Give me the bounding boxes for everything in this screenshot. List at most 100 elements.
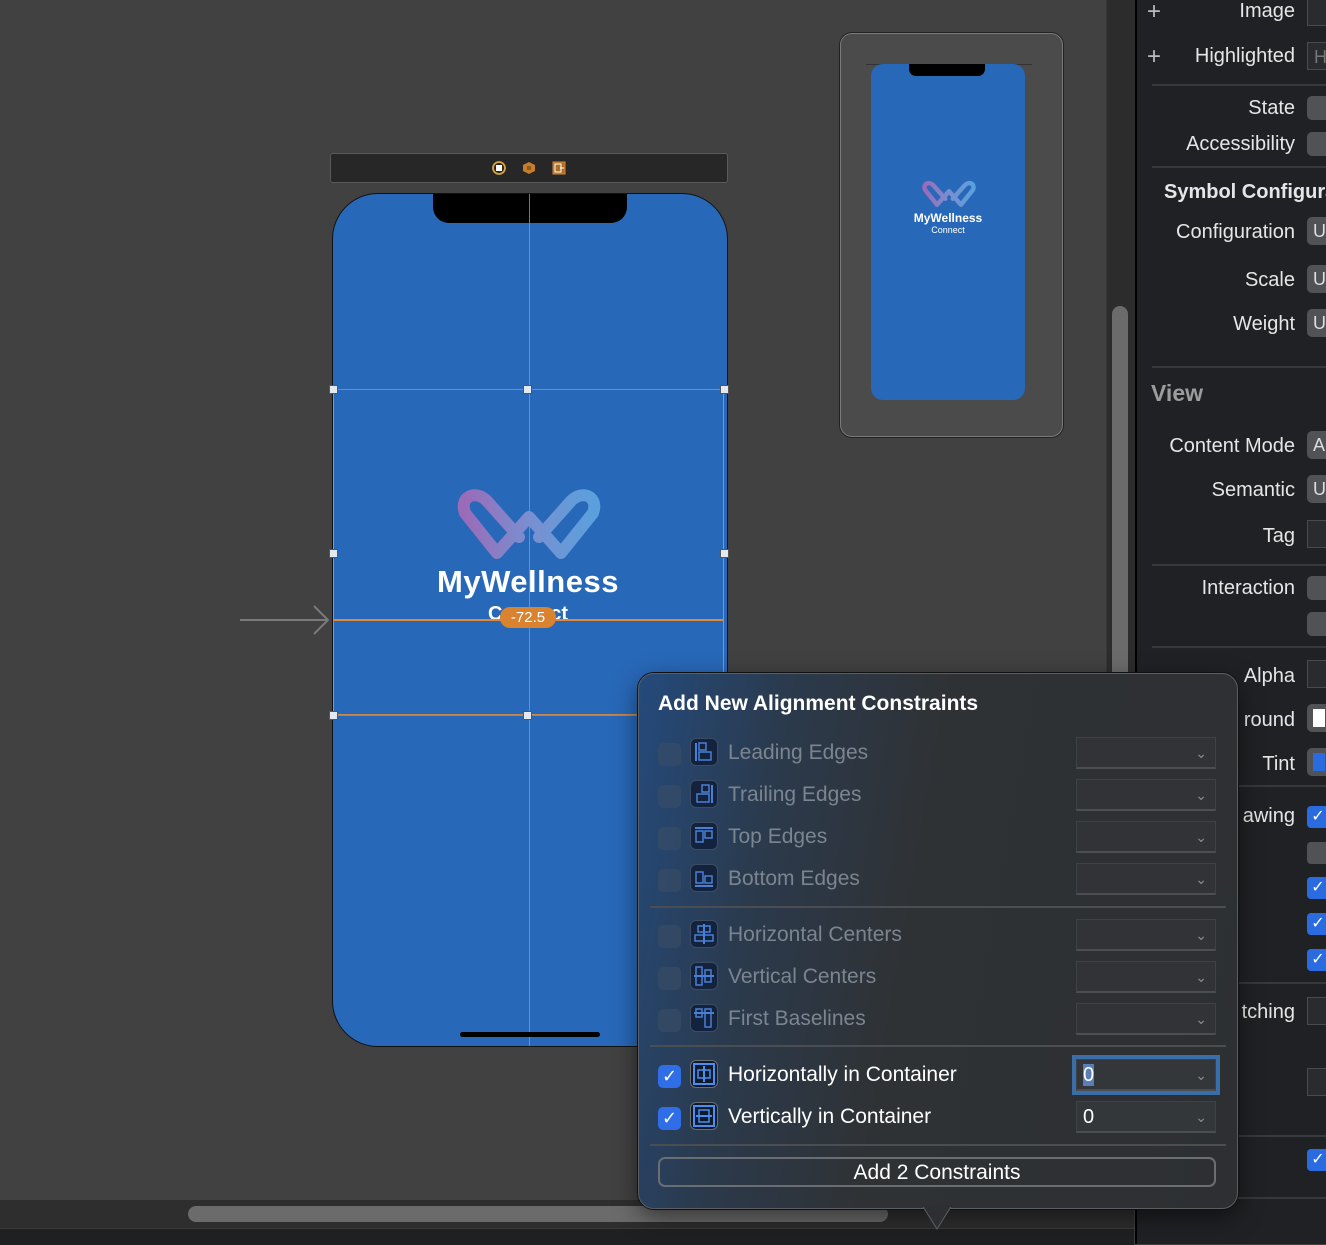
constraint-row-leading-edges: Leading Edges ⌄ (658, 737, 1218, 773)
trailing-edges-checkbox[interactable] (658, 785, 681, 808)
wellness-logo-icon (457, 489, 601, 559)
semantic-popup[interactable]: U (1307, 475, 1326, 503)
home-indicator (460, 1032, 600, 1037)
separator (1152, 646, 1326, 648)
vertical-centers-checkbox[interactable] (658, 967, 681, 990)
chevron-down-icon[interactable]: ⌄ (1195, 1060, 1207, 1090)
configuration-popup[interactable]: U (1307, 217, 1326, 245)
stretching-width-field[interactable] (1307, 1068, 1326, 1096)
horizontal-centers-checkbox[interactable] (658, 925, 681, 948)
interaction-label: Interaction (1201, 577, 1295, 599)
first-responder-icon[interactable] (522, 161, 536, 175)
preview-logo-icon (922, 180, 976, 207)
vertical-centers-value-popup: ⌄ (1076, 961, 1216, 993)
constraint-row-horizontally-in-container: ✓ Horizontally in Container 0 ⌄ (658, 1059, 1218, 1095)
resize-handle-top-left[interactable] (329, 385, 338, 394)
top-edges-checkbox[interactable] (658, 827, 681, 850)
user-interaction-checkbox[interactable] (1307, 576, 1326, 600)
vertically-in-container-icon (690, 1102, 718, 1130)
alpha-field[interactable] (1307, 660, 1326, 688)
resize-handle-right[interactable] (720, 549, 729, 558)
vertically-in-container-label: Vertically in Container (728, 1105, 932, 1128)
constraint-row-top-edges: Top Edges ⌄ (658, 821, 1218, 857)
top-edges-icon (690, 822, 718, 850)
chevron-down-icon: ⌄ (1195, 829, 1207, 845)
vertical-centers-label: Vertical Centers (728, 965, 877, 988)
resize-handle-bottom-left[interactable] (329, 711, 338, 720)
content-mode-popup[interactable]: A (1307, 431, 1326, 459)
scale-popup[interactable]: U (1307, 265, 1326, 293)
bottom-edges-label: Bottom Edges (728, 867, 860, 890)
resize-handle-bottom[interactable] (523, 711, 532, 720)
add-constraints-button[interactable]: Add 2 Constraints (658, 1157, 1216, 1187)
add-variation-image-icon[interactable]: + (1147, 0, 1161, 24)
vertical-centers-icon (690, 962, 718, 990)
image-field[interactable] (1307, 0, 1326, 26)
tag-field[interactable] (1307, 520, 1326, 548)
separator (650, 906, 1226, 908)
alpha-label: Alpha (1243, 665, 1295, 687)
horizontal-centers-value-popup: ⌄ (1076, 919, 1216, 951)
horizontally-in-container-checkbox[interactable]: ✓ (658, 1065, 681, 1088)
leading-edges-checkbox[interactable] (658, 743, 681, 766)
tint-color-well[interactable] (1307, 748, 1326, 776)
chevron-down-icon: ⌄ (1195, 871, 1207, 887)
background-color-well[interactable] (1307, 704, 1326, 732)
bottom-edges-value-popup: ⌄ (1076, 863, 1216, 895)
vertically-in-container-checkbox[interactable]: ✓ (658, 1107, 681, 1130)
background-label: round (1243, 709, 1295, 731)
vertically-in-container-value-input[interactable]: 0 ⌄ (1076, 1101, 1216, 1133)
horizontally-in-container-label: Horizontally in Container (728, 1063, 957, 1086)
first-baselines-checkbox[interactable] (658, 1009, 681, 1032)
constraint-row-bottom-edges: Bottom Edges ⌄ (658, 863, 1218, 899)
resize-handle-top[interactable] (523, 385, 532, 394)
scene-dock (330, 153, 728, 183)
separator (1152, 366, 1326, 368)
accessibility-label: Accessibility (1186, 133, 1295, 155)
bottom-edges-checkbox[interactable] (658, 869, 681, 892)
clears-graphics-checkbox[interactable]: ✓ (1307, 877, 1326, 899)
autoresize-subviews-checkbox[interactable]: ✓ (1307, 949, 1326, 971)
installed-checkbox[interactable]: ✓ (1307, 1149, 1326, 1171)
content-mode-label: Content Mode (1169, 435, 1295, 457)
app-title-text: MyWellness (437, 564, 619, 599)
chevron-down-icon: ⌄ (1195, 787, 1207, 803)
opaque-checkbox[interactable]: ✓ (1307, 806, 1326, 828)
highlighted-field[interactable]: H (1307, 42, 1326, 70)
state-checkbox[interactable] (1307, 96, 1326, 120)
resize-handle-left[interactable] (329, 549, 338, 558)
horizontal-centers-label: Horizontal Centers (728, 923, 902, 946)
exit-icon[interactable] (552, 161, 566, 175)
horizontally-in-container-value-input[interactable]: 0 ⌄ (1076, 1059, 1216, 1091)
canvas-bottom-bar (0, 1228, 1134, 1245)
chevron-down-icon: ⌄ (1195, 969, 1207, 985)
stretching-x-field[interactable] (1307, 997, 1326, 1025)
hidden-checkbox[interactable] (1307, 842, 1326, 864)
add-variation-highlighted-icon[interactable]: + (1147, 45, 1161, 69)
weight-popup[interactable]: U (1307, 309, 1326, 337)
scale-label: Scale (1244, 269, 1295, 291)
clip-to-bounds-checkbox[interactable]: ✓ (1307, 913, 1326, 935)
multiple-touch-checkbox[interactable] (1307, 612, 1326, 636)
weight-label: Weight (1233, 313, 1295, 335)
first-baselines-label: First Baselines (728, 1007, 866, 1030)
chevron-down-icon[interactable]: ⌄ (1195, 1102, 1207, 1132)
accessibility-checkbox[interactable] (1307, 132, 1326, 156)
horizontally-in-container-icon (690, 1060, 718, 1088)
separator (650, 1144, 1226, 1146)
view-section-header: View (1151, 380, 1203, 406)
entry-point-arrow-icon[interactable] (240, 604, 332, 636)
drawing-label: awing (1242, 805, 1295, 827)
preview-title-text: MyWellness (913, 211, 983, 225)
tint-label: Tint (1262, 753, 1295, 775)
first-baselines-icon (690, 1004, 718, 1032)
separator (1152, 166, 1326, 168)
view-controller-icon[interactable] (492, 161, 506, 175)
chevron-down-icon: ⌄ (1195, 1011, 1207, 1027)
separator (1152, 564, 1326, 566)
resize-handle-top-right[interactable] (720, 385, 729, 394)
constraint-row-vertically-in-container: ✓ Vertically in Container 0 ⌄ (658, 1101, 1218, 1137)
top-edges-label: Top Edges (728, 825, 828, 848)
leading-edges-label: Leading Edges (728, 741, 869, 764)
chevron-down-icon: ⌄ (1195, 927, 1207, 943)
